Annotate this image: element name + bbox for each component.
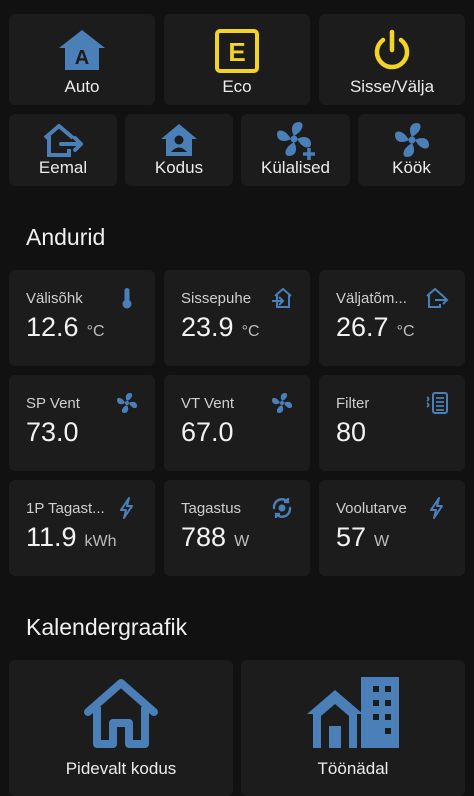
sensor-voolutarve[interactable]: Voolutarve 57 W bbox=[319, 480, 465, 576]
sensor-1p-tagastus[interactable]: 1P Tagast... 11.9 kWh bbox=[9, 480, 155, 576]
thermometer-icon bbox=[122, 288, 132, 309]
fan-icon bbox=[117, 393, 137, 413]
sensor-value: 11.9 kWh bbox=[26, 522, 117, 552]
sensor-name: Välisõhk bbox=[26, 290, 83, 307]
fan-plus-icon bbox=[241, 120, 350, 162]
mode-eco-button[interactable]: E Eco bbox=[164, 14, 310, 105]
home-auto-icon: A bbox=[9, 28, 155, 72]
fan-icon bbox=[272, 393, 292, 413]
sensor-value: 57 W bbox=[336, 522, 390, 552]
power-icon bbox=[319, 28, 465, 74]
sensor-name: Filter bbox=[336, 395, 370, 412]
heat-recovery-icon bbox=[272, 498, 292, 518]
mode-auto-button[interactable]: A Auto bbox=[9, 14, 155, 105]
svg-text:E: E bbox=[228, 37, 245, 67]
sensor-sissepuhe[interactable]: Sissepuhe 23.9 °C bbox=[164, 270, 310, 366]
mode-kook-label: Köök bbox=[392, 158, 431, 177]
sensor-name: Väljatõm... bbox=[336, 290, 407, 307]
fan-icon bbox=[358, 120, 465, 160]
calendar-pidevalt-kodus-label: Pidevalt kodus bbox=[65, 759, 177, 778]
sensor-name: VT Vent bbox=[181, 395, 235, 412]
sensor-tagastus[interactable]: Tagastus 788 W bbox=[164, 480, 310, 576]
mode-kook-button[interactable]: Köök bbox=[358, 114, 465, 186]
sensor-name: 1P Tagast... bbox=[26, 500, 105, 517]
svg-text:A: A bbox=[75, 47, 89, 69]
sensor-filter[interactable]: Filter 80 bbox=[319, 375, 465, 471]
mode-kodus-button[interactable]: Kodus bbox=[125, 114, 233, 186]
home-export-icon bbox=[426, 287, 449, 308]
mode-power-label: Sisse/Välja bbox=[349, 77, 435, 96]
calendar-pidevalt-kodus-button[interactable]: Pidevalt kodus bbox=[9, 660, 233, 796]
sensor-name: Voolutarve bbox=[336, 500, 407, 517]
sensor-value: 23.9 °C bbox=[181, 312, 260, 342]
calendar-section-title: Kalendergraafik bbox=[26, 614, 188, 640]
sensor-value: 73.0 bbox=[26, 417, 79, 447]
mode-kodus-label: Kodus bbox=[154, 158, 204, 177]
sensor-name: Tagastus bbox=[181, 500, 242, 517]
air-filter-icon bbox=[426, 392, 448, 414]
sensors-section-title: Andurid bbox=[26, 224, 106, 250]
sensor-valjatomme[interactable]: Väljatõm... 26.7 °C bbox=[319, 270, 465, 366]
sensor-value: 12.6 °C bbox=[26, 312, 105, 342]
sensor-value: 788 W bbox=[181, 522, 250, 552]
sensor-value: 26.7 °C bbox=[336, 312, 415, 342]
calendar-toonadal-label: Töönädal bbox=[317, 759, 389, 778]
sensor-value: 80 bbox=[336, 417, 367, 447]
sensor-name: SP Vent bbox=[26, 395, 80, 412]
mode-eemal-label: Eemal bbox=[38, 158, 88, 177]
calendar-toonadal-button[interactable]: Töönädal bbox=[241, 660, 465, 796]
sensor-valisohk[interactable]: Välisõhk 12.6 °C bbox=[9, 270, 155, 366]
sensor-name: Sissepuhe bbox=[181, 290, 252, 307]
sensor-vt-vent[interactable]: VT Vent 67.0 bbox=[164, 375, 310, 471]
lightning-icon bbox=[430, 497, 443, 519]
sensor-value: 67.0 bbox=[181, 417, 234, 447]
home-icon bbox=[84, 679, 158, 748]
home-account-icon bbox=[125, 122, 233, 158]
eco-letter-e-icon: E bbox=[164, 28, 310, 74]
mode-auto-label: Auto bbox=[64, 77, 100, 96]
mode-eco-label: Eco bbox=[222, 77, 252, 96]
home-import-icon bbox=[272, 287, 292, 308]
lightning-icon bbox=[120, 497, 133, 519]
home-export-icon bbox=[9, 122, 117, 158]
sensor-sp-vent[interactable]: SP Vent 73.0 bbox=[9, 375, 155, 471]
mode-power-button[interactable]: Sisse/Välja bbox=[319, 14, 465, 105]
mode-eemal-button[interactable]: Eemal bbox=[9, 114, 117, 186]
mode-kulalised-button[interactable]: Külalised bbox=[241, 114, 350, 186]
home-city-icon bbox=[307, 677, 399, 748]
mode-kulalised-label: Külalised bbox=[261, 158, 330, 177]
